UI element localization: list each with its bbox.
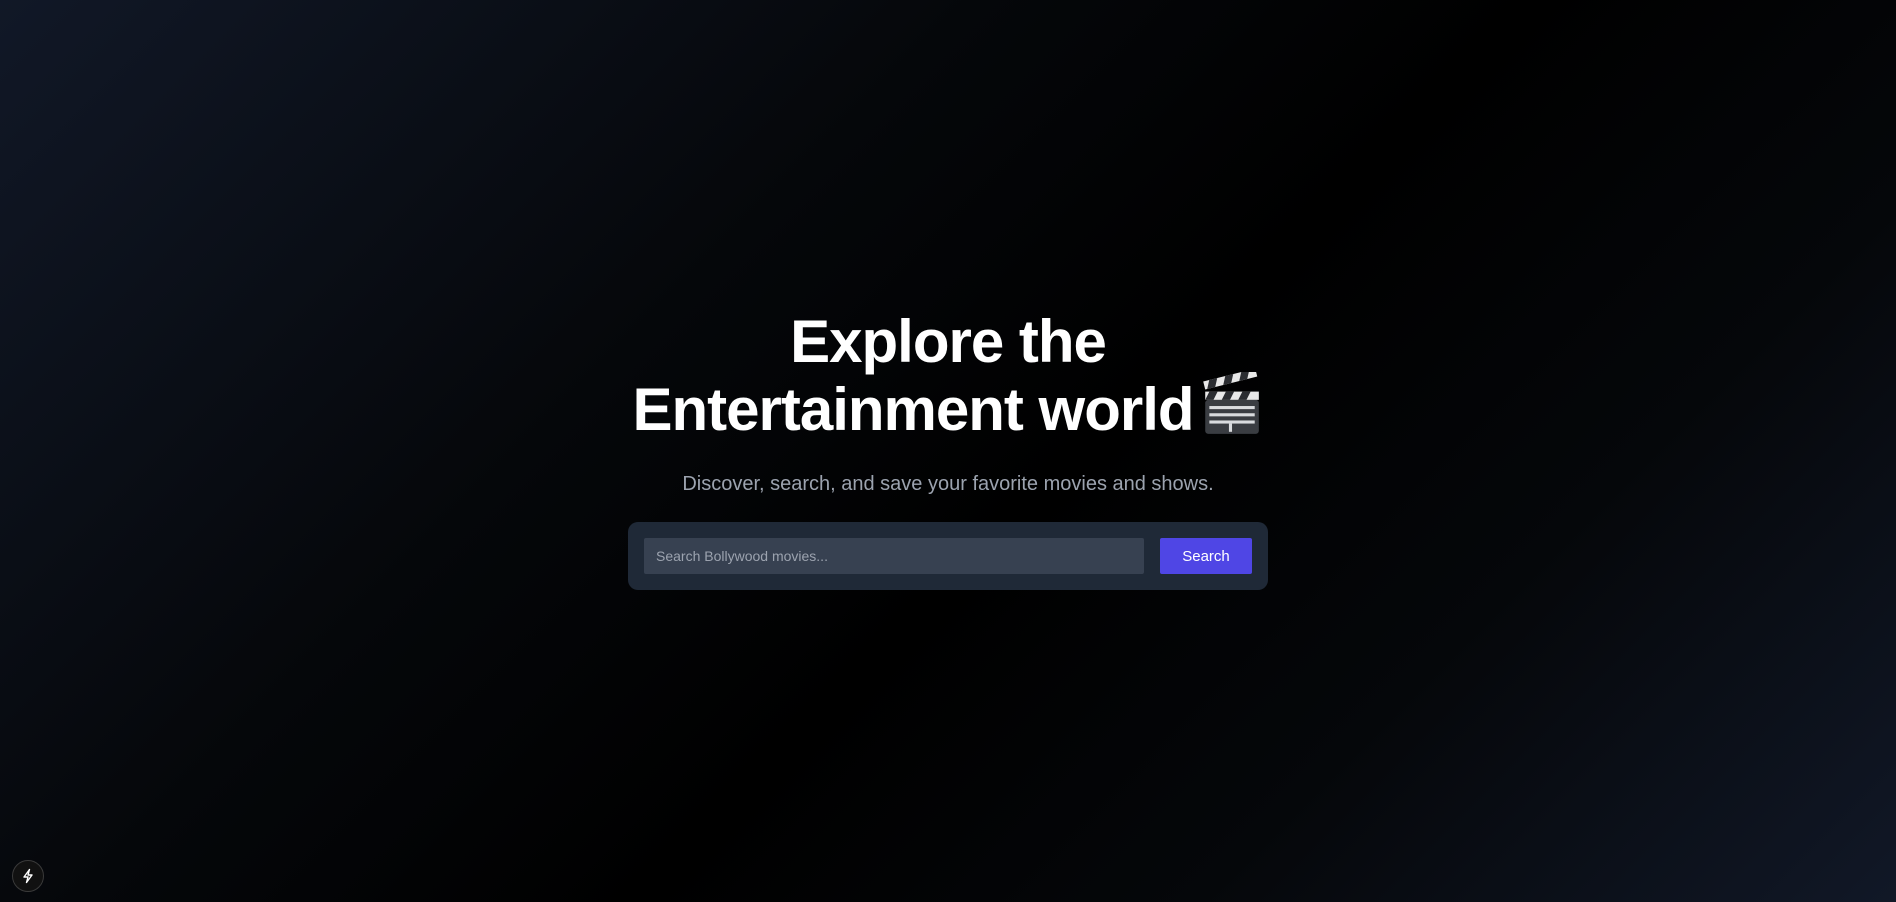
page-title: Explore the Entertainment world [632,312,1263,440]
hero-section: Explore the Entertainment world Discover [0,0,1896,902]
title-line-2-text: Entertainment world [632,376,1194,443]
dev-tools-button[interactable] [12,860,44,892]
search-input[interactable] [644,538,1144,574]
search-button[interactable]: Search [1160,538,1252,574]
title-line-2: Entertainment world [632,372,1263,440]
clapper-board-icon [1202,372,1259,434]
search-form: Search [628,522,1268,590]
lightning-bolt-icon [23,868,33,884]
title-line-1: Explore the [790,308,1107,375]
subtitle: Discover, search, and save your favorite… [682,473,1214,495]
